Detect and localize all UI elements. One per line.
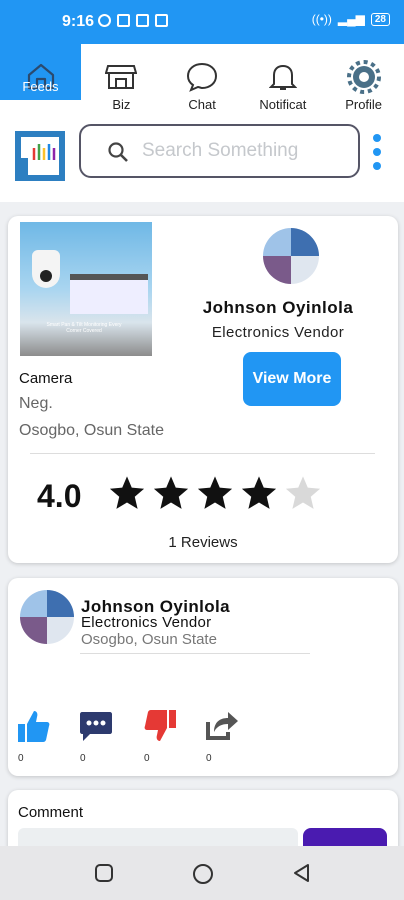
like-count: 0: [18, 753, 24, 764]
tab-biz[interactable]: Biz: [81, 44, 162, 116]
search-icon: [108, 142, 128, 162]
share-button[interactable]: 0: [204, 708, 244, 764]
product-image[interactable]: Smart Pan & Tilt Monitoring Every Corner…: [20, 222, 152, 356]
chat-icon: [187, 62, 218, 92]
comment-button[interactable]: 0: [78, 708, 118, 764]
tab-biz-label: Biz: [112, 97, 131, 112]
product-image-caption: Smart Pan & Tilt Monitoring Every Corner…: [46, 322, 122, 334]
back-icon[interactable]: [292, 863, 312, 883]
tab-profile[interactable]: Profile: [323, 44, 404, 116]
system-nav-bar: [0, 846, 404, 900]
product-location: Osogbo, Osun State: [19, 422, 164, 439]
divider: [30, 453, 375, 454]
star-filled-icon: [109, 476, 145, 509]
rating-stars: [108, 474, 322, 512]
like-button[interactable]: 0: [16, 708, 56, 764]
vendor-location: Osogbo, Osun State: [81, 631, 217, 648]
hotspot-icon: ((•)): [311, 12, 332, 26]
chat-bubble-icon: [80, 712, 112, 741]
thumbs-down-icon: [144, 710, 176, 741]
vendor-name: Johnson Oyinlola: [202, 298, 354, 317]
tab-notifications[interactable]: Notificat: [243, 44, 324, 116]
divider: [80, 653, 310, 654]
vendor-role: Electronics Vendor: [211, 324, 345, 341]
battery-icon: 28: [370, 12, 390, 26]
search-row: Search Something: [0, 116, 404, 202]
comment-count: 0: [80, 753, 86, 764]
home-button-icon[interactable]: [192, 863, 214, 885]
star-filled-icon: [153, 476, 189, 509]
top-nav: Feeds Biz Chat Notificat Profile: [0, 44, 404, 116]
status-right: ((•)) ▂▄▆ 28: [312, 12, 390, 26]
rating-value: 4.0: [37, 478, 82, 514]
reviews-count[interactable]: 1 Reviews: [8, 534, 398, 551]
product-card[interactable]: Smart Pan & Tilt Monitoring Every Corner…: [8, 216, 398, 563]
status-bar: 9:16 ((•)) ▂▄▆ 28: [0, 0, 404, 44]
vendor-post-card: Johnson Oyinlola Electronics Vendor Osog…: [8, 578, 398, 776]
comment-label: Comment: [18, 804, 84, 821]
star-empty-icon: [285, 476, 321, 509]
status-time: 9:16: [62, 13, 95, 30]
tab-chat[interactable]: Chat: [162, 44, 243, 116]
store-icon: [105, 65, 138, 89]
gear-icon: [346, 60, 381, 94]
status-icons: [98, 14, 168, 27]
share-icon: [206, 712, 238, 740]
sim-status-icon: [155, 14, 168, 27]
star-filled-icon: [241, 476, 277, 509]
more-options-icon[interactable]: [372, 134, 382, 174]
thumbs-up-icon: [18, 711, 50, 742]
settings-status-icon: [98, 14, 111, 27]
tab-feeds-label: Feeds: [22, 79, 59, 94]
mail-status-icon: [136, 14, 149, 27]
signal-icon: ▂▄▆: [337, 12, 365, 26]
tab-chat-label: Chat: [188, 97, 216, 112]
dislike-count: 0: [144, 753, 150, 764]
tab-feeds[interactable]: Feeds: [0, 44, 81, 100]
vendor-avatar[interactable]: [20, 590, 74, 644]
share-count: 0: [206, 753, 212, 764]
product-price: Neg.: [19, 395, 53, 412]
dislike-button[interactable]: 0: [142, 708, 182, 764]
vendor-role: Electronics Vendor: [81, 614, 212, 631]
search-box[interactable]: Search Something: [79, 124, 360, 178]
camera-image-shape: [32, 250, 60, 288]
view-more-button[interactable]: View More: [243, 352, 341, 406]
bell-icon: [268, 64, 297, 90]
vendor-avatar[interactable]: [263, 228, 319, 284]
product-name: Camera: [19, 370, 73, 387]
app-status-icon: [117, 14, 130, 27]
tab-profile-label: Profile: [345, 97, 383, 112]
house-image-shape: [70, 274, 148, 314]
star-filled-icon: [197, 476, 233, 509]
tab-notifications-label: Notificat: [259, 97, 307, 112]
recent-apps-icon[interactable]: [94, 863, 114, 883]
search-input[interactable]: Search Something: [142, 140, 298, 162]
app-logo: [14, 130, 70, 182]
post-actions: 0 0 0 0: [8, 708, 398, 768]
